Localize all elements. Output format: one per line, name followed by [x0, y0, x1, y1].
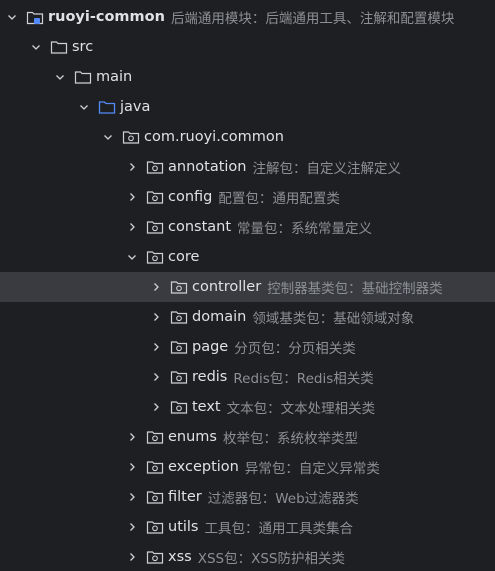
tree-item-constant[interactable]: constant 常量包：系统常量定义: [0, 212, 495, 242]
package-icon: [170, 309, 188, 325]
package-icon: [170, 399, 188, 415]
folder-icon: [50, 39, 68, 55]
tree-item-label: com.ruoyi.common: [144, 129, 284, 145]
tree-item-utils[interactable]: utils 工具包：通用工具类集合: [0, 512, 495, 542]
tree-item-description: 后端通用模块：后端通用工具、注解和配置模块: [170, 11, 455, 27]
package-icon: [122, 129, 140, 145]
project-tree: ruoyi-common 后端通用模块：后端通用工具、注解和配置模块 src m…: [0, 0, 495, 571]
chevron-down-icon[interactable]: [124, 249, 140, 265]
tree-item-description: 过滤器包：Web过滤器类: [207, 491, 359, 507]
tree-item-label: utils: [168, 519, 199, 535]
tree-item-page[interactable]: page 分页包：分页相关类: [0, 332, 495, 362]
tree-item-label: page: [192, 339, 229, 355]
package-icon: [146, 459, 164, 475]
tree-item-description: 工具包：通用工具类集合: [204, 521, 354, 537]
tree-item-config[interactable]: config 配置包：通用配置类: [0, 182, 495, 212]
tree-item-label: filter: [168, 489, 202, 505]
tree-item-description: 配置包：通用配置类: [218, 191, 340, 207]
package-icon: [146, 429, 164, 445]
chevron-right-icon[interactable]: [148, 399, 164, 415]
tree-item-label: src: [72, 39, 94, 55]
tree-item-label: main: [96, 69, 133, 85]
chevron-right-icon[interactable]: [124, 459, 140, 475]
tree-item-redis[interactable]: redis Redis包：Redis相关类: [0, 362, 495, 392]
chevron-down-icon[interactable]: [100, 129, 116, 145]
package-icon: [146, 219, 164, 235]
tree-item-enums[interactable]: enums 枚举包：系统枚举类型: [0, 422, 495, 452]
tree-item-description: 枚举包：系统枚举类型: [222, 431, 358, 447]
package-icon: [146, 189, 164, 205]
tree-item-label: controller: [192, 279, 262, 295]
tree-item-description: XSS包：XSS防护相关类: [197, 551, 345, 567]
chevron-right-icon[interactable]: [124, 219, 140, 235]
chevron-right-icon[interactable]: [148, 369, 164, 385]
tree-item-label: core: [168, 249, 200, 265]
package-icon: [170, 279, 188, 295]
tree-item-java[interactable]: java: [0, 92, 495, 122]
tree-item-description: 控制器基类包：基础控制器类: [267, 281, 443, 297]
package-icon: [146, 159, 164, 175]
package-icon: [146, 549, 164, 565]
package-icon: [146, 489, 164, 505]
tree-item-label: enums: [168, 429, 217, 445]
package-icon: [170, 369, 188, 385]
tree-item-description: 领域基类包：基础领域对象: [252, 311, 415, 327]
package-icon: [146, 519, 164, 535]
tree-item-exception[interactable]: exception 异常包：自定义异常类: [0, 452, 495, 482]
tree-item-label: domain: [192, 309, 247, 325]
chevron-right-icon[interactable]: [124, 549, 140, 565]
chevron-right-icon[interactable]: [124, 429, 140, 445]
tree-item-filter[interactable]: filter 过滤器包：Web过滤器类: [0, 482, 495, 512]
tree-item-main[interactable]: main: [0, 62, 495, 92]
tree-item-label: redis: [192, 369, 228, 385]
chevron-right-icon[interactable]: [148, 279, 164, 295]
chevron-down-icon[interactable]: [52, 69, 68, 85]
tree-item-label: text: [192, 399, 221, 415]
chevron-right-icon[interactable]: [124, 159, 140, 175]
tree-item-controller[interactable]: controller 控制器基类包：基础控制器类: [0, 272, 495, 302]
tree-item-description: 分页包：分页相关类: [234, 341, 356, 357]
tree-item-description: 常量包：系统常量定义: [237, 221, 373, 237]
tree-item-xss[interactable]: xss XSS包：XSS防护相关类: [0, 542, 495, 571]
tree-item-label: config: [168, 189, 213, 205]
tree-item-label: ruoyi-common: [48, 9, 165, 25]
module-folder-icon: [26, 9, 44, 25]
tree-item-domain[interactable]: domain 领域基类包：基础领域对象: [0, 302, 495, 332]
chevron-right-icon[interactable]: [124, 489, 140, 505]
package-icon: [170, 339, 188, 355]
tree-item-label: constant: [168, 219, 232, 235]
tree-item-description: 异常包：自定义异常类: [244, 461, 380, 477]
chevron-down-icon[interactable]: [28, 39, 44, 55]
tree-item-description: 注解包：自定义注解定义: [252, 161, 401, 177]
tree-item-ruoyi-common[interactable]: ruoyi-common 后端通用模块：后端通用工具、注解和配置模块: [0, 2, 495, 32]
tree-item-description: Redis包：Redis相关类: [233, 371, 374, 387]
tree-item-text[interactable]: text 文本包：文本处理相关类: [0, 392, 495, 422]
tree-item-src[interactable]: src: [0, 32, 495, 62]
package-icon: [146, 249, 164, 265]
chevron-right-icon[interactable]: [124, 519, 140, 535]
tree-item-annotation[interactable]: annotation 注解包：自定义注解定义: [0, 152, 495, 182]
chevron-right-icon[interactable]: [124, 189, 140, 205]
folder-icon: [74, 69, 92, 85]
tree-item-core[interactable]: core: [0, 242, 495, 272]
tree-item-label: java: [120, 99, 151, 115]
tree-item-label: xss: [168, 549, 192, 565]
chevron-down-icon[interactable]: [4, 9, 20, 25]
source-root-folder-icon: [98, 99, 116, 115]
tree-item-label: annotation: [168, 159, 247, 175]
tree-item-description: 文本包：文本处理相关类: [226, 401, 376, 417]
chevron-right-icon[interactable]: [148, 339, 164, 355]
chevron-right-icon[interactable]: [148, 309, 164, 325]
chevron-down-icon[interactable]: [76, 99, 92, 115]
tree-item-com-ruoyi-common[interactable]: com.ruoyi.common: [0, 122, 495, 152]
tree-item-label: exception: [168, 459, 239, 475]
